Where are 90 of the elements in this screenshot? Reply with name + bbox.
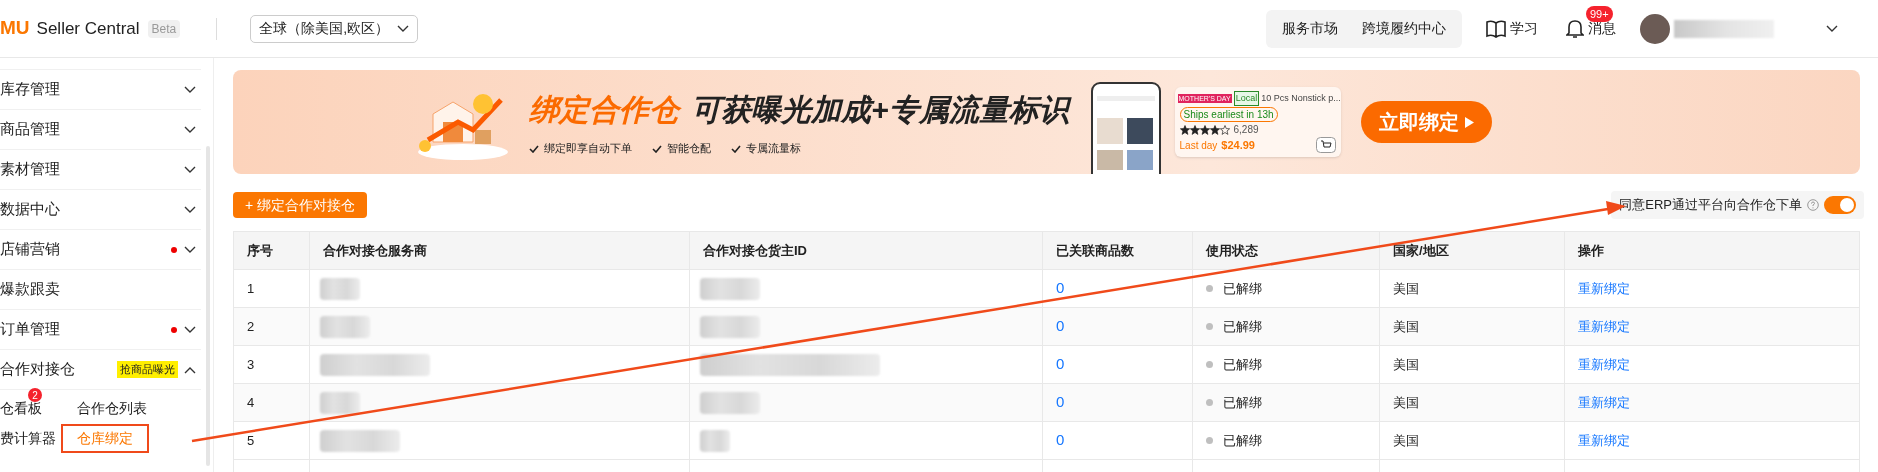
beta-tag: Beta (147, 19, 181, 38)
promo-tag: 抢商品曝光 (117, 361, 178, 378)
help-icon (1807, 199, 1819, 211)
star-icon (1209, 124, 1220, 135)
star-icon (1199, 124, 1210, 135)
chevron-down-icon (1826, 24, 1838, 33)
sidebar-item[interactable]: 订单管理 (0, 310, 201, 350)
star-icon (1219, 124, 1230, 135)
column-header: 已关联商品数 (1043, 232, 1193, 269)
rebind-link[interactable]: 重新绑定 (1578, 316, 1630, 337)
chevron-down-icon (397, 24, 410, 33)
sidebar-item[interactable]: 素材管理 (0, 150, 201, 190)
chevron-down-icon (184, 245, 196, 254)
status-text: 已解绑 (1223, 355, 1262, 374)
review-count: 6,289 (1233, 123, 1259, 136)
region-select[interactable]: 全球（除美国,欧区） (250, 14, 419, 43)
chevron-down-icon (184, 125, 196, 134)
star-icon (1189, 124, 1200, 135)
check-icon (731, 144, 741, 153)
erp-toggle[interactable] (1824, 196, 1856, 214)
table-cell: 美国 (1380, 384, 1565, 421)
bell-icon (1566, 18, 1584, 39)
blurred-text (700, 391, 760, 414)
local-tag: Local (1233, 91, 1260, 106)
play-icon (1464, 116, 1474, 128)
rebind-link[interactable]: 重新绑定 (1578, 430, 1630, 451)
chevron-up-icon (184, 365, 196, 374)
blurred-text (700, 429, 730, 452)
sidebar-item[interactable]: 合作对接仓 抢商品曝光 (0, 350, 201, 390)
product-name: 10 Pcs Nonstick p... (1261, 92, 1341, 105)
learn-link[interactable]: 学习 (1486, 18, 1538, 39)
price: $24.99 (1221, 138, 1255, 152)
table-cell: 5 (234, 422, 310, 459)
table-cell: 美国 (1380, 270, 1565, 307)
rebind-link[interactable]: 重新绑定 (1578, 354, 1630, 375)
sidebar-item[interactable]: 商品管理 (0, 110, 201, 150)
check-icon (652, 144, 662, 153)
table-cell: 美国 (1380, 346, 1565, 383)
book-icon (1486, 19, 1506, 38)
column-header: 序号 (234, 232, 310, 269)
column-header: 合作对接仓服务商 (310, 232, 690, 269)
chevron-down-icon (184, 165, 196, 174)
blurred-text (700, 315, 760, 338)
cart-icon (1315, 137, 1336, 153)
sidebar-item[interactable]: 爆款跟卖 (0, 270, 201, 310)
column-header: 国家/地区 (1380, 232, 1565, 269)
message-count-badge: 99+ (1586, 6, 1613, 22)
header-link[interactable]: 跨境履约中心 (1362, 18, 1446, 39)
sidebar-item[interactable]: 店铺营销 (0, 230, 201, 270)
status-text: 已解绑 (1223, 279, 1262, 298)
banner-bullet: 绑定即享自动下单 (544, 141, 632, 157)
deal-label: Last day (1179, 138, 1218, 152)
linked-count-link[interactable]: 0 (1056, 391, 1065, 414)
header-link[interactable]: 服务市场 (1282, 18, 1338, 39)
banner-bullet: 专属流量标 (746, 141, 801, 157)
rebind-link[interactable]: 重新绑定 (1578, 392, 1630, 413)
rebind-link[interactable]: 重新绑定 (1578, 278, 1630, 299)
column-header: 使用状态 (1193, 232, 1380, 269)
sidebar-item[interactable]: 数据中心 (0, 190, 201, 230)
table-cell: 1 (234, 270, 310, 307)
check-icon (529, 144, 539, 153)
status-text: 已解绑 (1223, 393, 1262, 412)
avatar[interactable] (1640, 13, 1670, 44)
count-badge: 2 (28, 388, 42, 402)
column-header: 操作 (1577, 241, 1605, 260)
chevron-down-icon (184, 325, 196, 334)
linked-count-link[interactable]: 0 (1056, 353, 1065, 376)
status-text: 已解绑 (1223, 431, 1262, 450)
star-icon (1179, 124, 1190, 135)
table-cell: 美国 (1380, 308, 1565, 345)
linked-count-link[interactable]: 0 (1056, 277, 1065, 300)
linked-count-link[interactable]: 0 (1056, 315, 1065, 338)
product-title: Seller Central (36, 17, 140, 40)
blurred-text (320, 277, 360, 300)
banner-bullet: 智能仓配 (667, 141, 711, 157)
blurred-text (320, 391, 360, 414)
column-header: 合作对接仓货主ID (690, 232, 1043, 269)
chevron-down-icon (184, 205, 196, 214)
blurred-text (320, 315, 370, 338)
submenu-item[interactable]: 费计算器 (0, 427, 56, 449)
linked-count-link[interactable]: 0 (1056, 429, 1065, 452)
table-cell: 美国 (1380, 422, 1565, 459)
table-cell: 4 (234, 384, 310, 421)
sidebar-item[interactable]: 库存管理 (0, 70, 201, 110)
table-cell: 2 (234, 308, 310, 345)
table-cell: 3 (234, 346, 310, 383)
submenu-item[interactable]: 合作仓列表 (76, 397, 147, 419)
status-text: 已解绑 (1223, 317, 1262, 336)
blurred-text (700, 277, 760, 300)
chevron-down-icon (184, 85, 196, 94)
